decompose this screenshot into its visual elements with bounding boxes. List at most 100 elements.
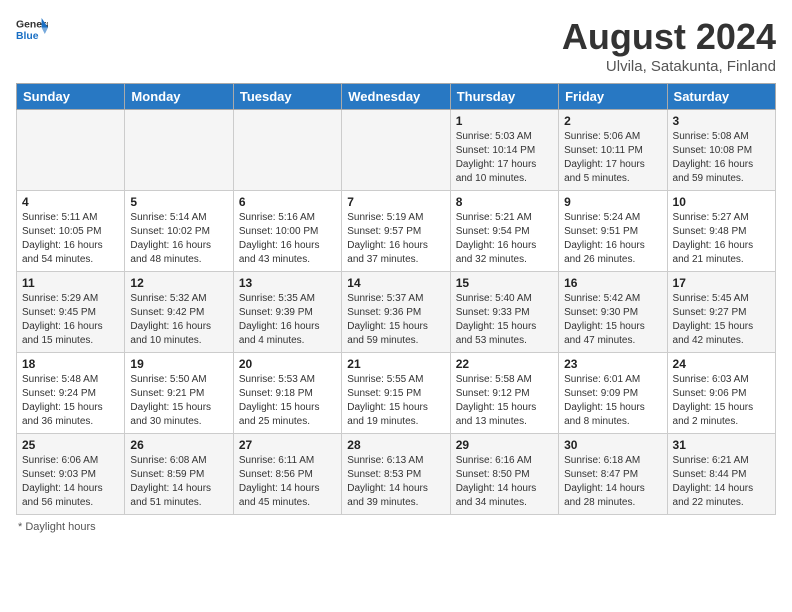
day-number: 22 <box>456 357 553 371</box>
day-info: Sunrise: 5:32 AM Sunset: 9:42 PM Dayligh… <box>130 292 227 348</box>
day-cell: 2 Sunrise: 5:06 AM Sunset: 10:11 PM Dayli… <box>559 110 667 191</box>
calendar-title: August 2024 <box>562 16 776 58</box>
day-cell <box>233 110 341 191</box>
week-row-5: 25 Sunrise: 6:06 AM Sunset: 9:03 PM Dayli… <box>17 434 776 515</box>
title-block: August 2024 Ulvila, Satakunta, Finland <box>562 16 776 75</box>
logo: General Blue <box>16 16 48 44</box>
day-cell: 31Sunrise: 6:21 AM Sunset: 8:44 PM Dayli… <box>667 434 775 515</box>
page-header: General Blue August 2024 Ulvila, Satakun… <box>16 16 776 75</box>
week-row-1: 1 Sunrise: 5:03 AM Sunset: 10:14 PM Dayli… <box>17 110 776 191</box>
day-info: Sunrise: 5:08 AM Sunset: 10:08 PM Daylig… <box>673 130 770 186</box>
day-info: Sunrise: 6:21 AM Sunset: 8:44 PM Dayligh… <box>673 454 770 510</box>
day-info: Sunrise: 5:24 AM Sunset: 9:51 PM Dayligh… <box>564 211 661 267</box>
day-number: 13 <box>239 276 336 290</box>
day-cell: 9 Sunrise: 5:24 AM Sunset: 9:51 PM Daylig… <box>559 191 667 272</box>
day-info: Sunrise: 6:01 AM Sunset: 9:09 PM Dayligh… <box>564 373 661 429</box>
svg-text:Blue: Blue <box>16 31 39 42</box>
week-row-2: 4 Sunrise: 5:11 AM Sunset: 10:05 PM Dayli… <box>17 191 776 272</box>
day-info: Sunrise: 6:13 AM Sunset: 8:53 PM Dayligh… <box>347 454 444 510</box>
day-number: 15 <box>456 276 553 290</box>
day-number: 8 <box>456 195 553 209</box>
day-number: 19 <box>130 357 227 371</box>
day-cell: 27Sunrise: 6:11 AM Sunset: 8:56 PM Dayli… <box>233 434 341 515</box>
day-info: Sunrise: 5:27 AM Sunset: 9:48 PM Dayligh… <box>673 211 770 267</box>
day-number: 21 <box>347 357 444 371</box>
day-number: 11 <box>22 276 119 290</box>
day-cell: 14 Sunrise: 5:37 AM Sunset: 9:36 PM Dayli… <box>342 272 450 353</box>
day-info: Sunrise: 6:08 AM Sunset: 8:59 PM Dayligh… <box>130 454 227 510</box>
day-number: 2 <box>564 114 661 128</box>
col-tuesday: Tuesday <box>233 84 341 110</box>
col-wednesday: Wednesday <box>342 84 450 110</box>
day-cell: 5 Sunrise: 5:14 AM Sunset: 10:02 PM Dayli… <box>125 191 233 272</box>
day-cell: 18Sunrise: 5:48 AM Sunset: 9:24 PM Dayli… <box>17 353 125 434</box>
day-number: 9 <box>564 195 661 209</box>
day-number: 23 <box>564 357 661 371</box>
day-cell: 24 Sunrise: 6:03 AM Sunset: 9:06 PM Dayli… <box>667 353 775 434</box>
day-cell: 11 Sunrise: 5:29 AM Sunset: 9:45 PM Dayli… <box>17 272 125 353</box>
day-info: Sunrise: 5:37 AM Sunset: 9:36 PM Dayligh… <box>347 292 444 348</box>
week-row-3: 11 Sunrise: 5:29 AM Sunset: 9:45 PM Dayli… <box>17 272 776 353</box>
calendar-subtitle: Ulvila, Satakunta, Finland <box>562 58 776 75</box>
day-cell: 13 Sunrise: 5:35 AM Sunset: 9:39 PM Dayli… <box>233 272 341 353</box>
col-monday: Monday <box>125 84 233 110</box>
day-info: Sunrise: 5:35 AM Sunset: 9:39 PM Dayligh… <box>239 292 336 348</box>
day-info: Sunrise: 5:16 AM Sunset: 10:00 PM Daylig… <box>239 211 336 267</box>
week-row-4: 18Sunrise: 5:48 AM Sunset: 9:24 PM Dayli… <box>17 353 776 434</box>
day-cell: 6 Sunrise: 5:16 AM Sunset: 10:00 PM Dayli… <box>233 191 341 272</box>
day-cell: 20 Sunrise: 5:53 AM Sunset: 9:18 PM Dayli… <box>233 353 341 434</box>
day-number: 7 <box>347 195 444 209</box>
day-info: Sunrise: 6:18 AM Sunset: 8:47 PM Dayligh… <box>564 454 661 510</box>
day-cell: 3Sunrise: 5:08 AM Sunset: 10:08 PM Dayli… <box>667 110 775 191</box>
day-info: Sunrise: 5:50 AM Sunset: 9:21 PM Dayligh… <box>130 373 227 429</box>
day-number: 24 <box>673 357 770 371</box>
day-number: 20 <box>239 357 336 371</box>
calendar-table: Sunday Monday Tuesday Wednesday Thursday… <box>16 83 776 515</box>
day-info: Sunrise: 5:53 AM Sunset: 9:18 PM Dayligh… <box>239 373 336 429</box>
day-info: Sunrise: 5:21 AM Sunset: 9:54 PM Dayligh… <box>456 211 553 267</box>
day-number: 18 <box>22 357 119 371</box>
day-info: Sunrise: 5:03 AM Sunset: 10:14 PM Daylig… <box>456 130 553 186</box>
day-info: Sunrise: 5:29 AM Sunset: 9:45 PM Dayligh… <box>22 292 119 348</box>
day-info: Sunrise: 6:03 AM Sunset: 9:06 PM Dayligh… <box>673 373 770 429</box>
daylight-hours-label: Daylight hours <box>25 521 95 533</box>
day-info: Sunrise: 5:58 AM Sunset: 9:12 PM Dayligh… <box>456 373 553 429</box>
day-number: 26 <box>130 438 227 452</box>
day-cell: 17Sunrise: 5:45 AM Sunset: 9:27 PM Dayli… <box>667 272 775 353</box>
day-cell: 8 Sunrise: 5:21 AM Sunset: 9:54 PM Daylig… <box>450 191 558 272</box>
day-number: 27 <box>239 438 336 452</box>
day-number: 1 <box>456 114 553 128</box>
day-cell: 15 Sunrise: 5:40 AM Sunset: 9:33 PM Dayli… <box>450 272 558 353</box>
day-number: 30 <box>564 438 661 452</box>
day-cell: 25 Sunrise: 6:06 AM Sunset: 9:03 PM Dayli… <box>17 434 125 515</box>
day-info: Sunrise: 5:14 AM Sunset: 10:02 PM Daylig… <box>130 211 227 267</box>
day-info: Sunrise: 5:06 AM Sunset: 10:11 PM Daylig… <box>564 130 661 186</box>
day-cell: 21Sunrise: 5:55 AM Sunset: 9:15 PM Dayli… <box>342 353 450 434</box>
day-number: 29 <box>456 438 553 452</box>
col-thursday: Thursday <box>450 84 558 110</box>
day-number: 4 <box>22 195 119 209</box>
col-friday: Friday <box>559 84 667 110</box>
day-info: Sunrise: 5:42 AM Sunset: 9:30 PM Dayligh… <box>564 292 661 348</box>
day-cell: 4 Sunrise: 5:11 AM Sunset: 10:05 PM Dayli… <box>17 191 125 272</box>
day-cell: 1 Sunrise: 5:03 AM Sunset: 10:14 PM Dayli… <box>450 110 558 191</box>
day-number: 16 <box>564 276 661 290</box>
day-info: Sunrise: 5:40 AM Sunset: 9:33 PM Dayligh… <box>456 292 553 348</box>
day-info: Sunrise: 6:06 AM Sunset: 9:03 PM Dayligh… <box>22 454 119 510</box>
col-sunday: Sunday <box>17 84 125 110</box>
day-number: 25 <box>22 438 119 452</box>
day-info: Sunrise: 6:16 AM Sunset: 8:50 PM Dayligh… <box>456 454 553 510</box>
day-number: 17 <box>673 276 770 290</box>
day-number: 14 <box>347 276 444 290</box>
day-cell: 12Sunrise: 5:32 AM Sunset: 9:42 PM Dayli… <box>125 272 233 353</box>
day-number: 6 <box>239 195 336 209</box>
day-cell <box>17 110 125 191</box>
day-cell: 23 Sunrise: 6:01 AM Sunset: 9:09 PM Dayli… <box>559 353 667 434</box>
calendar-header-row: Sunday Monday Tuesday Wednesday Thursday… <box>17 84 776 110</box>
day-cell: 7Sunrise: 5:19 AM Sunset: 9:57 PM Daylig… <box>342 191 450 272</box>
day-number: 10 <box>673 195 770 209</box>
day-info: Sunrise: 5:11 AM Sunset: 10:05 PM Daylig… <box>22 211 119 267</box>
day-number: 28 <box>347 438 444 452</box>
day-number: 5 <box>130 195 227 209</box>
footer-note: * Daylight hours <box>16 521 776 533</box>
